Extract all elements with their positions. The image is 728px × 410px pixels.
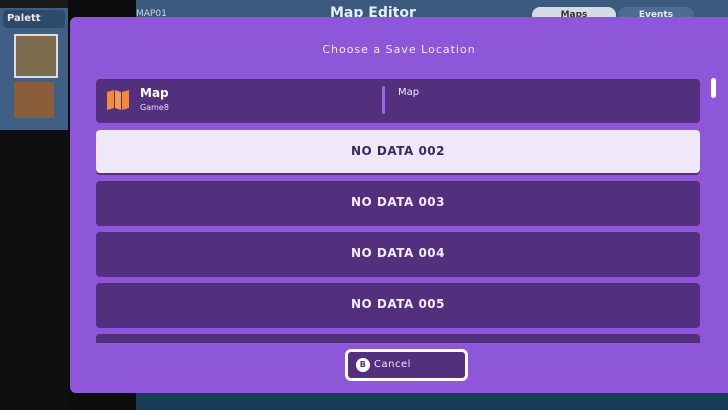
dialog-title: Choose a Save Location [322,43,476,56]
save-slot-6[interactable] [96,334,700,343]
cancel-label: Cancel [374,359,411,370]
save-slot-1[interactable]: Map Game8 Map [96,79,700,121]
slot-divider [382,86,385,114]
list-scrollbar[interactable] [711,78,716,98]
slot-description: Map [398,87,420,98]
bottom-toolbar [136,392,728,410]
slot-label: NO DATA 003 [350,195,445,209]
save-location-dialog: Choose a Save Location Map Game8 Map NO … [70,17,728,393]
slot-label: NO DATA 002 [350,144,445,158]
save-slot-3[interactable]: NO DATA 003 [96,181,700,224]
tile-thumbnail[interactable] [14,82,54,118]
slot-name: Map [140,86,169,100]
cancel-button[interactable]: B Cancel [345,349,468,381]
save-slot-5[interactable]: NO DATA 005 [96,283,700,326]
save-slot-list[interactable]: Map Game8 Map NO DATA 002 NO DATA 003 NO… [96,79,700,343]
save-slot-4[interactable]: NO DATA 004 [96,232,700,275]
palette-tab[interactable]: Palett [3,10,65,28]
b-button-icon: B [356,358,370,372]
slot-label: NO DATA 005 [350,297,445,311]
layer-column [0,130,68,410]
slot-subtitle: Game8 [140,103,169,112]
slot-label: NO DATA 004 [350,246,445,260]
map-icon [107,90,129,110]
save-slot-2[interactable]: NO DATA 002 [96,130,700,173]
tile-thumbnail[interactable] [14,34,58,78]
